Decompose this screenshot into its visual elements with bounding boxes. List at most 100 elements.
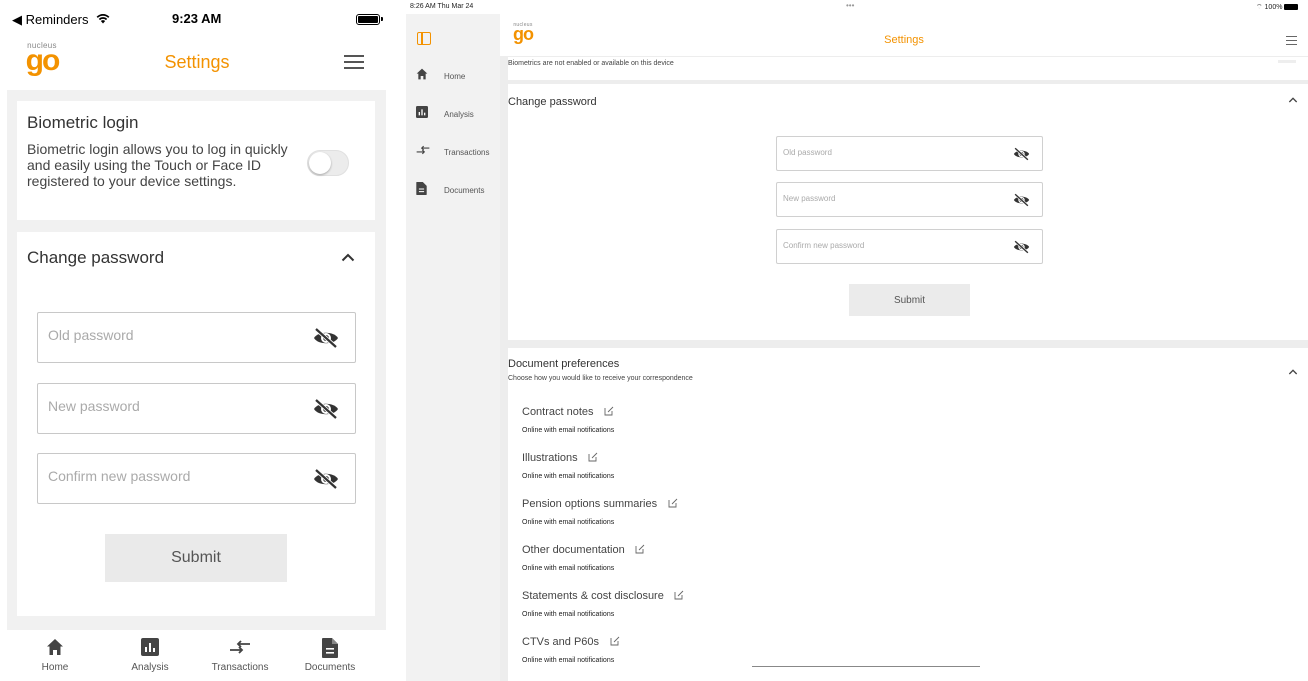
new-password-field[interactable] [37, 383, 356, 434]
home-indicator [752, 666, 980, 667]
biometric-title: Biometric login [27, 113, 139, 132]
old-password-input[interactable] [48, 327, 288, 343]
eye-slash-icon[interactable] [1013, 240, 1030, 259]
submit-button[interactable]: Submit [105, 534, 287, 582]
biometric-toggle[interactable] [307, 150, 349, 176]
chevron-up-icon[interactable] [1288, 367, 1298, 377]
tab-transactions[interactable]: Transactions [200, 636, 280, 673]
tab-label: Analysis [131, 662, 169, 673]
document-type-name: Pension options summaries [522, 498, 658, 510]
tab-documents[interactable]: Documents [290, 636, 370, 673]
page-title: Settings [164, 52, 230, 72]
toggle-knob [309, 152, 331, 174]
menu-icon[interactable] [344, 55, 364, 69]
battery-icon [356, 14, 383, 25]
sidebar: Home Analysis Transactions Documents [406, 14, 500, 681]
document-preferences-card: Document preferences Choose how you woul… [508, 348, 1308, 681]
new-password-input[interactable] [783, 194, 983, 203]
biometric-description: Biometric login allows you to log in qui… [27, 141, 288, 189]
sidebar-item-label: Home [444, 72, 466, 81]
document-preference-item: Statements & cost disclosure Online with… [522, 586, 922, 618]
document-preference-item: Pension options summaries Online with em… [522, 494, 922, 526]
bottom-tab-bar: Home Analysis Transactions Documents [0, 630, 394, 681]
change-password-card: Change password Submit [508, 84, 1308, 340]
chevron-up-icon[interactable] [1288, 95, 1298, 105]
transactions-icon [200, 636, 280, 662]
documents-icon [416, 182, 427, 197]
tab-label: Documents [304, 662, 356, 673]
document-type-name: Contract notes [522, 406, 594, 418]
biometric-login-card: Biometric login Biometric login allows y… [17, 101, 375, 220]
analysis-icon [416, 106, 428, 120]
document-preference-value: Online with email notifications [522, 611, 615, 618]
status-bar: ◀ Reminders 9:23 AM [0, 0, 394, 40]
submit-button[interactable]: Submit [849, 284, 970, 316]
old-password-field[interactable] [37, 312, 356, 363]
document-type-name: CTVs and P60s [522, 636, 600, 648]
main-content: nucleus go Settings Biometrics are not e… [500, 14, 1308, 681]
back-to-app-link[interactable]: ◀ Reminders [12, 12, 110, 28]
biometric-note-text: Biometrics are not enabled or available … [508, 60, 674, 67]
biometric-unavailable-note: Biometrics are not enabled or available … [508, 57, 1308, 80]
edit-icon[interactable] [674, 587, 684, 605]
edit-icon[interactable] [588, 449, 598, 467]
status-time: 9:23 AM [172, 11, 222, 26]
tab-label: Transactions [211, 662, 269, 673]
tablet-screen: 8:26 AM Thu Mar 24 ••• ⌔ 100% Home Analy… [406, 0, 1308, 681]
tab-analysis[interactable]: Analysis [110, 636, 190, 673]
back-app-label: ◀ Reminders [12, 12, 89, 27]
home-icon [15, 636, 95, 662]
document-preference-item: Illustrations Online with email notifica… [522, 448, 922, 480]
status-time: 8:26 AM Thu Mar 24 [410, 3, 474, 10]
old-password-field[interactable] [776, 136, 1043, 171]
confirm-password-input[interactable] [783, 241, 983, 250]
eye-slash-icon[interactable] [313, 398, 339, 425]
document-preference-item: CTVs and P60s Online with email notifica… [522, 632, 922, 664]
eye-slash-icon[interactable] [313, 468, 339, 495]
document-preference-item: Contract notes Online with email notific… [522, 402, 922, 434]
document-type-name: Statements & cost disclosure [522, 590, 664, 602]
edit-icon[interactable] [604, 403, 614, 421]
document-preference-value: Online with email notifications [522, 427, 615, 434]
phone-screen: ◀ Reminders 9:23 AM nucleus go Settings … [0, 0, 394, 681]
sidebar-toggle-icon[interactable] [417, 32, 431, 45]
document-type-name: Other documentation [522, 544, 625, 556]
document-type-name: Illustrations [522, 452, 578, 464]
change-password-title: Change password [27, 248, 165, 267]
app-header: nucleus go Settings [500, 14, 1308, 56]
change-password-title: Change password [508, 96, 597, 108]
documents-icon [290, 636, 370, 662]
new-password-input[interactable] [48, 398, 288, 414]
chevron-up-icon[interactable] [341, 249, 355, 265]
battery-indicator: ⌔ 100% [1256, 3, 1299, 12]
edit-icon[interactable] [635, 541, 645, 559]
document-preferences-subtitle: Choose how you would like to receive you… [508, 375, 693, 382]
analysis-icon [110, 636, 190, 662]
eye-slash-icon[interactable] [1013, 193, 1030, 212]
new-password-field[interactable] [776, 182, 1043, 217]
tab-home[interactable]: Home [15, 636, 95, 673]
edit-icon[interactable] [668, 495, 678, 513]
tab-label: Home [41, 662, 69, 673]
eye-slash-icon[interactable] [1013, 147, 1030, 166]
wifi-icon: ⌔ [1256, 4, 1265, 11]
transactions-icon [416, 144, 430, 158]
home-icon [416, 68, 428, 82]
sidebar-item-label: Documents [444, 186, 485, 195]
document-preference-value: Online with email notifications [522, 519, 615, 526]
edit-icon[interactable] [610, 633, 620, 651]
old-password-input[interactable] [783, 148, 983, 157]
battery-icon [1284, 4, 1299, 11]
document-preference-value: Online with email notifications [522, 473, 615, 480]
change-password-card: Change password Submit [17, 232, 375, 616]
biometric-toggle [1278, 60, 1296, 63]
document-preferences-title: Document preferences [508, 358, 620, 370]
settings-content: Biometric login Biometric login allows y… [7, 90, 386, 630]
confirm-password-field[interactable] [776, 229, 1043, 264]
eye-slash-icon[interactable] [313, 327, 339, 354]
sidebar-item-label: Analysis [444, 110, 474, 119]
menu-icon[interactable] [1286, 36, 1297, 48]
multitask-dots-icon[interactable]: ••• [846, 1, 854, 10]
confirm-password-field[interactable] [37, 453, 356, 504]
confirm-password-input[interactable] [48, 468, 288, 484]
